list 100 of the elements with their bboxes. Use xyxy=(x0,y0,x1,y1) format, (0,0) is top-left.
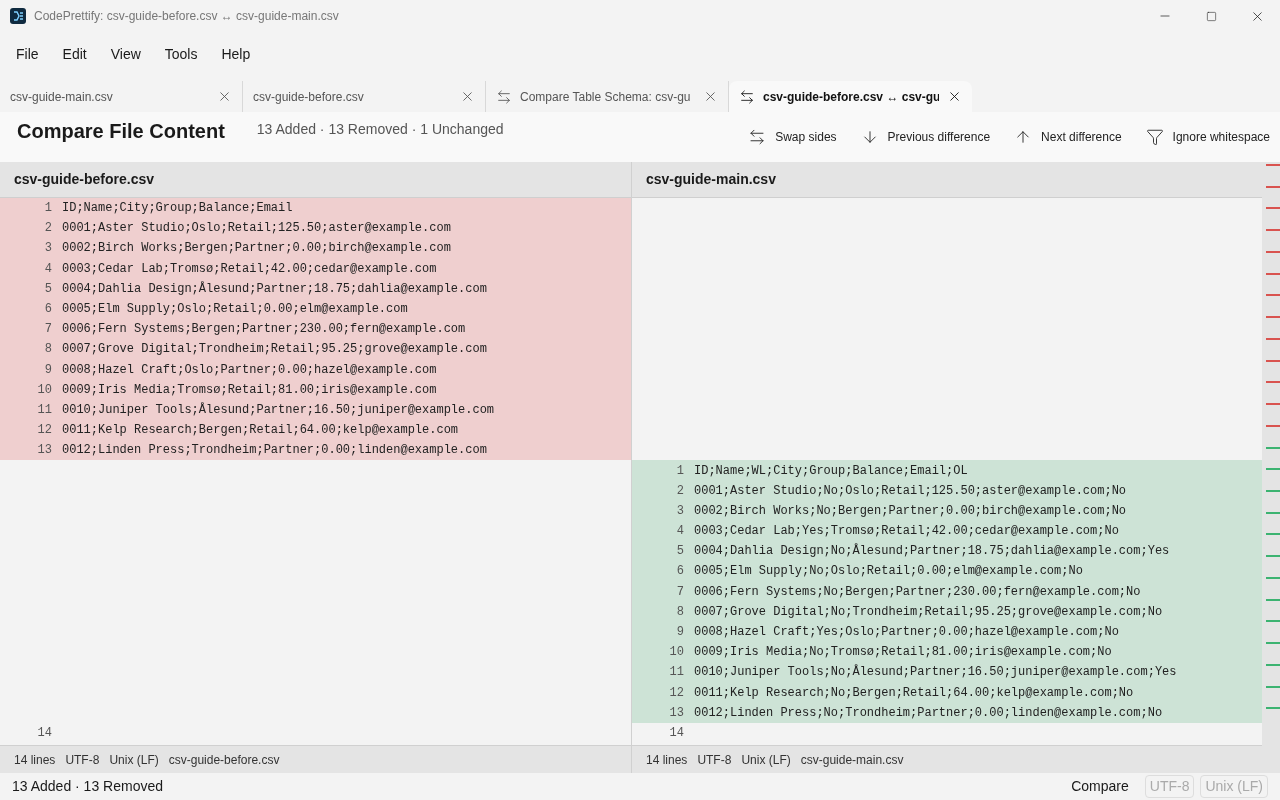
status-text: UTF-8 xyxy=(65,751,100,769)
line-number: 1 xyxy=(675,462,685,480)
diff-marker xyxy=(1266,185,1280,188)
line-text: 0009;Iris Media;No;Tromsø;Retail;81.00;iris@example.com;No xyxy=(694,644,1112,662)
line-number: 10 xyxy=(668,644,685,662)
line-text: 0007;Grove Digital;No;Trondheim;Retail;95.25;grove@example.com;No xyxy=(694,603,1163,621)
diff-marker xyxy=(1266,337,1280,340)
line-number: 3 xyxy=(675,502,685,520)
line-number: 3 xyxy=(43,240,53,258)
line-number: 14 xyxy=(668,724,685,742)
menu-item[interactable]: Edit xyxy=(52,39,97,69)
diff-summary: 13 Added · 13 Removed · 1 Unchanged xyxy=(256,120,504,139)
toolbar-button[interactable]: Next difference xyxy=(1014,128,1122,146)
diff-marker xyxy=(1266,316,1280,319)
line-text: 0010;Juniper Tools;Ålesund;Partner;16.50;juniper@example.com xyxy=(62,401,495,419)
close-tab-icon[interactable] xyxy=(947,89,962,104)
menu-item[interactable]: File xyxy=(6,39,49,69)
diff-marker xyxy=(1266,250,1280,253)
diff-marker xyxy=(1266,490,1280,492)
line-text: 0003;Cedar Lab;Tromsø;Retail;42.00;cedar@example.com xyxy=(62,260,437,278)
line-text: 0010;Juniper Tools;No;Ålesund;Partner;16.50;juniper@example.com;Yes xyxy=(694,663,1177,682)
line-text: 0005;Elm Supply;Oslo;Retail;0.00;elm@example.com xyxy=(62,301,408,319)
toolbar-button[interactable]: Ignore whitespace xyxy=(1145,128,1270,146)
swap-icon xyxy=(748,128,767,146)
line-number: 13 xyxy=(36,442,53,460)
diff-marker xyxy=(1266,533,1280,536)
line-text: 0005;Elm Supply;No;Oslo;Retail;0.00;elm@example.com;No xyxy=(694,563,1083,581)
diff-marker xyxy=(1266,620,1280,623)
diff-marker xyxy=(1266,707,1280,710)
diff-marker xyxy=(1266,468,1280,471)
diff-marker xyxy=(1266,164,1280,166)
diff-marker xyxy=(1266,403,1280,406)
line-number: 13 xyxy=(668,704,685,722)
line-number: 1 xyxy=(43,200,53,218)
filter-icon xyxy=(1145,128,1164,146)
line-text: 0001;Aster Studio;No;Oslo;Retail;125.50;aster@example.com;No xyxy=(694,482,1127,500)
status-text: csv-guide-main.csv xyxy=(800,751,904,769)
status-badge: UTF-8 xyxy=(1144,775,1195,798)
diff-marker xyxy=(1266,381,1280,384)
diff-marker xyxy=(1266,207,1280,210)
line-text: 0011;Kelp Research;Bergen;Retail;64.00;kelp@example.com xyxy=(62,422,459,440)
diff-marker xyxy=(1266,446,1280,449)
line-number: 6 xyxy=(43,301,53,319)
menu-item[interactable]: View xyxy=(100,39,151,69)
window-title: CodePrettify: csv-guide-before.csv ↔ csv-guide-main.csv xyxy=(34,8,339,25)
diff-marker xyxy=(1266,598,1280,601)
diff-marker xyxy=(1266,229,1280,232)
menu-item[interactable]: Help xyxy=(211,39,261,69)
line-number: 5 xyxy=(43,280,53,298)
line-text: 0012;Linden Press;Trondheim;Partner;0.00;linden@example.com xyxy=(62,442,487,460)
page-title: Compare File Content xyxy=(17,119,225,144)
line-number: 11 xyxy=(668,664,685,682)
line-number: 12 xyxy=(668,684,685,702)
line-text: 0009;Iris Media;Tromsø;Retail;81.00;iris@example.com xyxy=(62,381,437,399)
line-number: 4 xyxy=(43,260,53,278)
swap-icon xyxy=(739,88,755,105)
toolbar-button[interactable]: Swap sides xyxy=(748,128,837,146)
diff-marker xyxy=(1266,555,1280,558)
line-text: 0004;Dahlia Design;Ålesund;Partner;18.75;dahlia@example.com xyxy=(62,280,487,298)
mode-label: Compare xyxy=(1071,777,1129,796)
status-text: Unix (LF) xyxy=(109,751,159,769)
line-number: 10 xyxy=(36,381,53,399)
status-text: csv-guide-before.csv xyxy=(168,751,280,769)
line-text: 0006;Fern Systems;No;Bergen;Partner;230.00;fern@example.com;No xyxy=(694,583,1141,601)
line-number: 4 xyxy=(675,523,685,541)
diff-marker xyxy=(1266,685,1280,688)
line-text: 0006;Fern Systems;Bergen;Partner;230.00;fern@example.com xyxy=(62,321,466,339)
maximize-icon[interactable] xyxy=(1205,10,1217,22)
line-number: 8 xyxy=(675,603,685,621)
line-number: 7 xyxy=(675,583,685,601)
menu-item[interactable]: Tools xyxy=(154,39,208,69)
line-number: 2 xyxy=(675,482,685,500)
line-number: 11 xyxy=(36,401,53,419)
line-text: 0012;Linden Press;No;Trondheim;Partner;0.00;linden@example.com;No xyxy=(694,704,1163,722)
status-text: Unix (LF) xyxy=(741,751,791,769)
diff-marker xyxy=(1266,511,1280,514)
diff-marker xyxy=(1266,663,1280,666)
line-text: 0011;Kelp Research;No;Bergen;Retail;64.00;kelp@example.com;No xyxy=(694,684,1134,702)
line-text: ID;Name;City;Group;Balance;Email xyxy=(62,200,293,218)
line-number: 14 xyxy=(36,724,53,742)
line-text: 0002;Birch Works;No;Bergen;Partner;0.00;birch@example.com;No xyxy=(694,502,1127,520)
line-number: 12 xyxy=(36,422,53,440)
pane-header: csv-guide-main.csv xyxy=(632,162,1262,198)
status-badge: Unix (LF) xyxy=(1200,775,1268,798)
line-number: 2 xyxy=(43,220,53,238)
line-number: 8 xyxy=(43,341,53,359)
line-number: 9 xyxy=(675,624,685,642)
diff-marker xyxy=(1266,576,1280,579)
diff-marker xyxy=(1266,294,1280,297)
diff-marker xyxy=(1266,272,1280,275)
line-text: 0002;Birch Works;Bergen;Partner;0.00;birch@example.com xyxy=(62,240,451,258)
line-text: 0004;Dahlia Design;No;Ålesund;Partner;18.75;dahlia@example.com;Yes xyxy=(694,542,1170,561)
tab[interactable]: csv-guide-before.csv ↔ csv-gu xyxy=(729,81,972,112)
diff-marker xyxy=(1266,424,1280,427)
line-number: 7 xyxy=(43,321,53,339)
line-text: 0003;Cedar Lab;Yes;Tromsø;Retail;42.00;cedar@example.com;No xyxy=(694,523,1119,541)
app-logo-icon xyxy=(10,8,26,24)
line-text: 0008;Hazel Craft;Oslo;Partner;0.00;hazel@example.com xyxy=(62,361,437,379)
toolbar-button[interactable]: Previous difference xyxy=(860,128,991,146)
diff-marker xyxy=(1266,359,1280,362)
